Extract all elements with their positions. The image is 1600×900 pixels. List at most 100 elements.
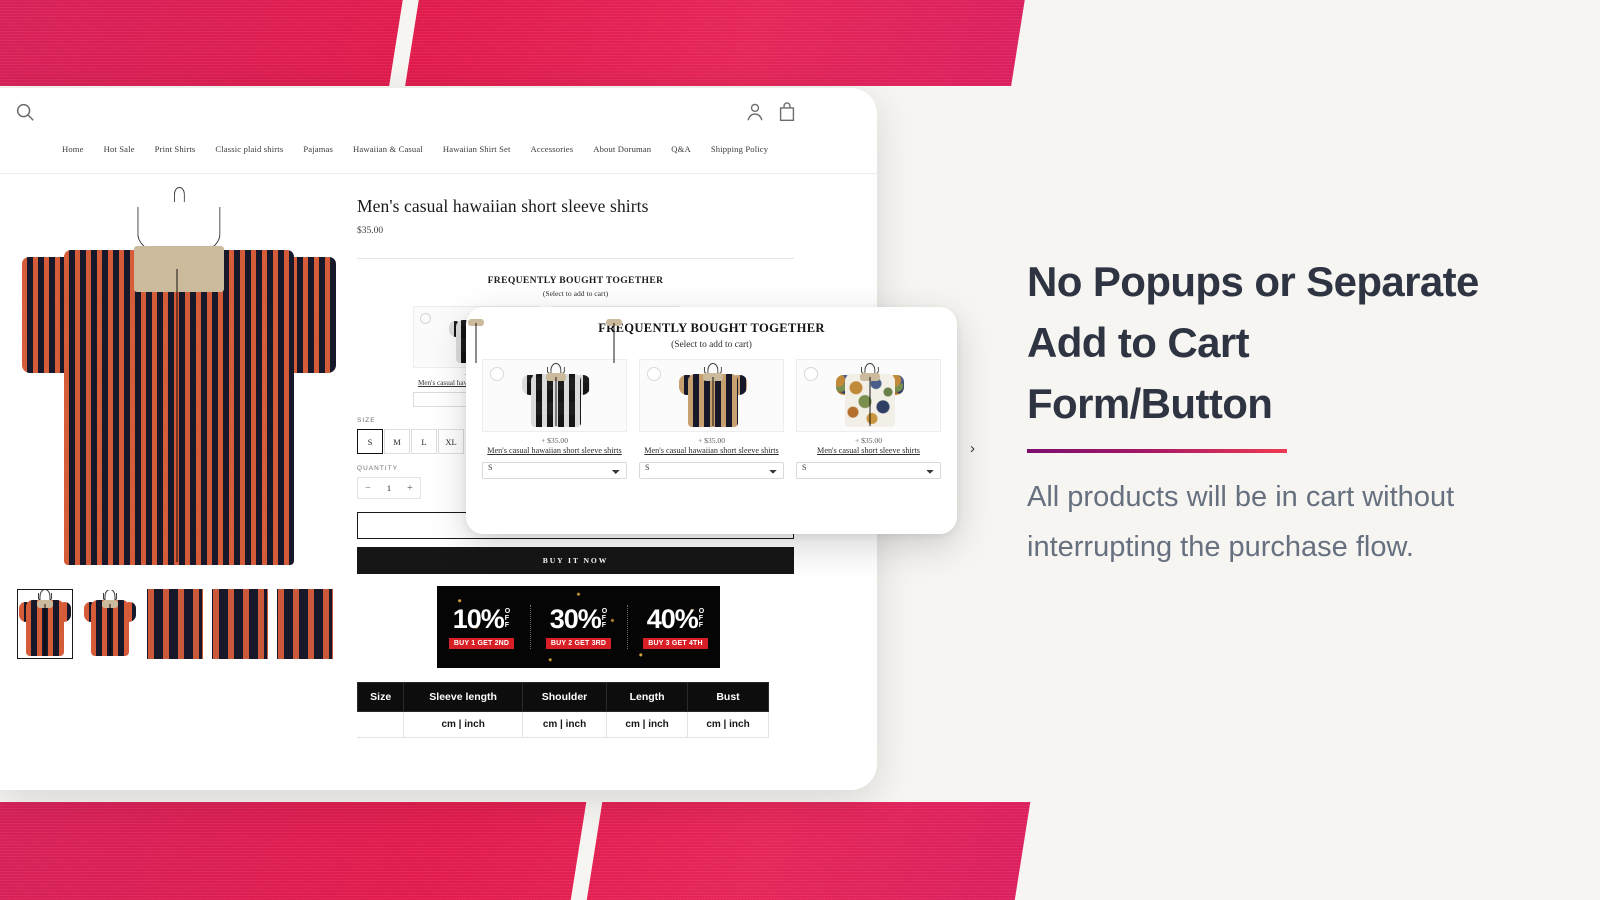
background-band-bottom xyxy=(0,802,1031,900)
popup-item-2[interactable]: + $35.00 Men's casual hawaiian short sle… xyxy=(639,359,784,479)
nav-item-hot-sale[interactable]: Hot Sale xyxy=(104,144,135,154)
search-icon[interactable] xyxy=(14,101,36,123)
chevron-right-icon[interactable]: › xyxy=(970,440,975,457)
product-title: Men's casual hawaiian short sleeve shirt… xyxy=(357,196,649,216)
size-option-xl[interactable]: XL xyxy=(438,429,464,454)
popup-item-1-checkbox[interactable] xyxy=(490,367,504,381)
size-chart-header-bust: Bust xyxy=(687,682,769,712)
nav-item-classic-plaid-shirts[interactable]: Classic plaid shirts xyxy=(215,144,283,154)
popup-item-1-image[interactable] xyxy=(482,359,627,432)
nav-item-pajamas[interactable]: Pajamas xyxy=(303,144,333,154)
popup-item-1-name[interactable]: Men's casual hawaiian short sleeve shirt… xyxy=(482,446,627,457)
promo-tier-1-tag: BUY 1 GET 2ND xyxy=(448,637,515,649)
popup-item-2-checkbox[interactable] xyxy=(647,367,661,381)
size-option-s[interactable]: S xyxy=(357,429,383,454)
size-chart-unit-length: cm | inch xyxy=(606,711,689,738)
marketing-heading: No Popups or Separate Add to Cart Form/B… xyxy=(1027,258,1479,427)
thumbnail-strip[interactable] xyxy=(6,577,352,659)
fbt-inline-item-1-checkbox[interactable] xyxy=(420,313,431,324)
promo-tier-1: 10% OFF BUY 1 GET 2ND xyxy=(438,603,526,649)
popup-items-row: + $35.00 Men's casual hawaiian short sle… xyxy=(482,359,941,479)
popup-item-1-price: + $35.00 xyxy=(540,436,569,445)
size-chart-unit-shoulder: cm | inch xyxy=(521,711,608,738)
band-noise-bottom xyxy=(0,802,1031,900)
popup-title: FREQUENTLY BOUGHT TOGETHER xyxy=(598,321,825,335)
popup-item-2-price: + $35.00 xyxy=(697,436,726,445)
popup-item-3-shirt xyxy=(835,364,905,429)
nav-item-shipping-policy[interactable]: Shipping Policy xyxy=(711,144,768,154)
marketing-body-text: All products will be in cart without int… xyxy=(1027,480,1455,563)
slide-stage: Home Hot Sale Print Shirts Classic plaid… xyxy=(0,0,1600,900)
info-divider xyxy=(357,258,794,259)
product-gallery xyxy=(0,192,352,738)
marketing-column: No Popups or Separate Add to Cart Form/B… xyxy=(1027,252,1497,572)
nav-item-home[interactable]: Home xyxy=(62,144,84,154)
band-noise-top xyxy=(0,0,1029,86)
popup-item-3-name[interactable]: Men's casual short sleeve shirts xyxy=(796,446,941,457)
popup-item-3-price: + $35.00 xyxy=(854,436,883,445)
promo-tier-2-tag: BUY 2 GET 3RD xyxy=(545,637,612,649)
quantity-stepper[interactable]: − 1 + xyxy=(357,477,421,499)
nav-item-print-shirts[interactable]: Print Shirts xyxy=(155,144,196,154)
hero-shirt-illustration xyxy=(19,192,339,577)
shirt-body xyxy=(63,249,295,566)
nav-item-hawaiian-and-casual[interactable]: Hawaiian & Casual xyxy=(353,144,423,154)
shopping-bag-icon[interactable] xyxy=(776,101,798,123)
size-chart-header-size: Size xyxy=(356,682,405,712)
promo-tier-3-tag: BUY 3 GET 4TH xyxy=(643,637,708,649)
popup-item-3-image[interactable] xyxy=(796,359,941,432)
promo-tier-3-off: OFF xyxy=(698,607,705,630)
quantity-decrement-button[interactable]: − xyxy=(358,483,378,494)
account-icon[interactable] xyxy=(744,101,766,123)
size-option-l[interactable]: L xyxy=(411,429,437,454)
promo-divider-2 xyxy=(626,605,628,649)
popup-subtitle: (Select to add to cart) xyxy=(671,340,752,350)
popup-item-1[interactable]: + $35.00 Men's casual hawaiian short sle… xyxy=(482,359,627,479)
size-chart-unit-bust: cm | inch xyxy=(687,711,769,738)
quantity-increment-button[interactable]: + xyxy=(400,483,420,494)
size-chart-units-row: cm | inch cm | inch cm | inch cm | inch xyxy=(356,711,769,738)
shirt-placket xyxy=(175,269,178,562)
size-option-m[interactable]: M xyxy=(384,429,410,454)
promo-tier-3-percent: 40% xyxy=(646,603,699,634)
promo-tier-1-off: OFF xyxy=(504,607,511,630)
size-chart-table: Size Sleeve length Shoulder Length Bust … xyxy=(356,682,769,738)
thumbnail-2[interactable] xyxy=(82,589,138,659)
size-chart-unit-sleeve: cm | inch xyxy=(403,711,523,738)
popup-item-2-image[interactable] xyxy=(639,359,784,432)
frequently-bought-together-popup: FREQUENTLY BOUGHT TOGETHER (Select to ad… xyxy=(466,307,975,534)
thumbnail-3[interactable] xyxy=(147,589,203,659)
size-chart-header-row: Size Sleeve length Shoulder Length Bust xyxy=(356,682,769,712)
marketing-accent-rule xyxy=(1027,448,1287,453)
discount-promo-banner: 10% OFF BUY 1 GET 2ND 30% OFF BUY 2 GET … xyxy=(437,586,720,668)
nav-item-accessories[interactable]: Accessories xyxy=(531,144,574,154)
popup-item-1-variant-select[interactable]: S xyxy=(482,461,627,479)
promo-tier-3: 40% OFF BUY 3 GET 4TH xyxy=(632,603,720,649)
storefront-nav[interactable]: Home Hot Sale Print Shirts Classic plaid… xyxy=(0,134,877,164)
quantity-value[interactable]: 1 xyxy=(378,483,400,493)
nav-item-about-doruman[interactable]: About Doruman xyxy=(593,144,651,154)
fbt-inline-title: FREQUENTLY BOUGHT TOGETHER xyxy=(487,275,664,286)
popup-item-3[interactable]: + $35.00 Men's casual short sleeve shirt… xyxy=(796,359,941,479)
product-price: $35.00 xyxy=(357,226,384,236)
thumbnail-5[interactable] xyxy=(277,589,333,659)
buy-it-now-button[interactable]: BUY IT NOW xyxy=(357,547,794,574)
background-band-top xyxy=(0,0,1029,86)
popup-item-3-checkbox[interactable] xyxy=(804,367,818,381)
promo-tier-2-off: OFF xyxy=(601,607,608,630)
size-chart-unit-size xyxy=(356,711,405,738)
popup-item-2-name[interactable]: Men's casual hawaiian short sleeve shirt… xyxy=(639,446,784,457)
size-chart-header-length: Length xyxy=(606,682,689,712)
size-chart-header-sleeve: Sleeve length xyxy=(403,682,523,712)
thumbnail-1[interactable] xyxy=(17,589,73,659)
promo-tier-1-percent: 10% xyxy=(452,603,505,634)
nav-item-hawaiian-shirt-set[interactable]: Hawaiian Shirt Set xyxy=(443,144,511,154)
popup-item-1-shirt xyxy=(521,364,591,429)
popup-item-3-variant-select[interactable]: S xyxy=(796,461,941,479)
thumbnail-4[interactable] xyxy=(212,589,268,659)
nav-item-qa[interactable]: Q&A xyxy=(671,144,691,154)
size-chart-header-shoulder: Shoulder xyxy=(521,682,608,712)
popup-item-2-variant-select[interactable]: S xyxy=(639,461,784,479)
promo-tier-2-percent: 30% xyxy=(549,603,602,634)
product-hero-image[interactable] xyxy=(19,192,339,577)
